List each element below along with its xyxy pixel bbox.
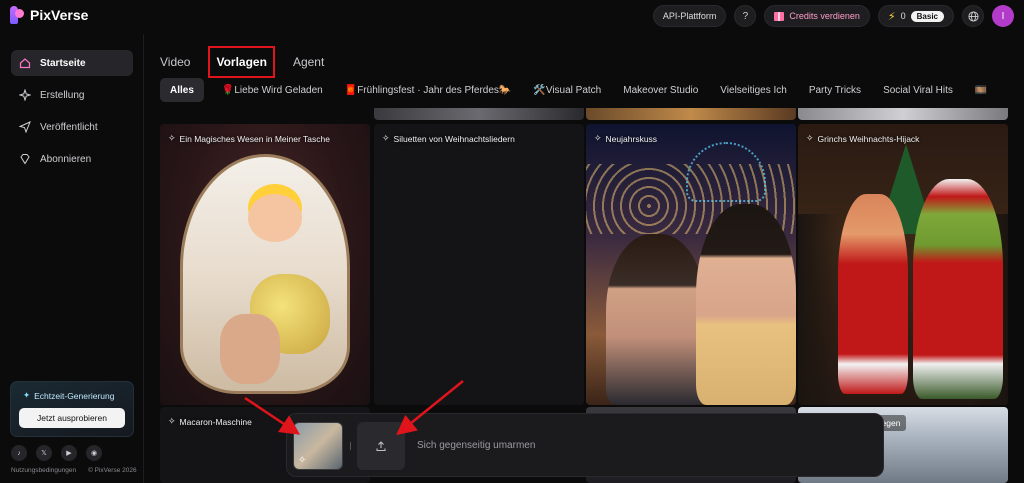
card-image-detail [220, 314, 280, 384]
card-title: ✧ Grinchs Weihnachts-Hijack [806, 133, 919, 144]
sparkle-icon [19, 89, 31, 101]
chip-social-viral-hits[interactable]: Social Viral Hits [879, 78, 957, 102]
card-image-detail [686, 142, 766, 202]
card-title-text: Ein Magisches Wesen in Meiner Tasche [179, 133, 330, 144]
partial-card-strip [586, 108, 796, 120]
card-title-text: Neujahrskuss [605, 133, 658, 144]
sidebar-item-label: Veröffentlicht [40, 121, 98, 133]
top-bar: PixVerse API-Plattform ? Credits verdien… [0, 0, 1024, 34]
chip-liebe-wird-geladen[interactable]: 🌹Liebe Wird Geladen [218, 78, 327, 102]
template-card-magisches-wesen[interactable]: ✧ Ein Magisches Wesen in Meiner Tasche [160, 124, 370, 405]
credits-count: 0 [900, 11, 906, 21]
chip-fruehlingsfest[interactable]: 🧧Frühlingsfest · Jahr des Pferdes🐎 [341, 78, 516, 102]
card-title: ✧ Neujahrskuss [594, 133, 657, 144]
partial-card-strip [374, 108, 584, 120]
try-now-button[interactable]: Jetzt ausprobieren [19, 408, 125, 428]
chip-alles[interactable]: Alles [160, 78, 204, 102]
chip-more[interactable]: 🎞️ [971, 78, 991, 102]
globe-icon [967, 10, 979, 22]
sparkle-icon: ✧ [382, 133, 390, 143]
earn-credits-button[interactable]: Credits verdienen [764, 5, 870, 27]
home-icon [19, 57, 31, 69]
tiktok-icon[interactable]: ♪ [11, 445, 27, 461]
plan-badge: Basic [910, 10, 944, 22]
api-platform-button[interactable]: API-Plattform [652, 5, 727, 27]
app-name: PixVerse [30, 7, 89, 23]
question-icon: ? [742, 10, 749, 22]
send-icon [19, 121, 31, 133]
youtube-icon[interactable]: ▶ [61, 445, 77, 461]
sidebar-item-erstellung[interactable]: Erstellung [11, 82, 133, 108]
card-image-detail [913, 179, 1003, 399]
realtime-promo-card: ✦ Echtzeit-Generierung Jetzt ausprobiere… [10, 381, 134, 437]
sidebar-item-startseite[interactable]: Startseite [11, 50, 133, 76]
promo-title: ✦ Echtzeit-Generierung [23, 390, 114, 401]
discord-icon[interactable]: ◉ [86, 445, 102, 461]
logo[interactable]: PixVerse [10, 6, 88, 24]
divider [350, 442, 351, 450]
x-icon[interactable]: 𝕏 [36, 445, 52, 461]
pixverse-logo-icon [10, 6, 24, 24]
social-links: ♪ 𝕏 ▶ ◉ [11, 445, 102, 461]
sidebar-item-label: Startseite [40, 57, 86, 69]
language-button[interactable] [962, 5, 984, 27]
sparkle-icon: ✧ [168, 416, 176, 426]
card-image-detail [838, 194, 908, 394]
sidebar-item-veroeffentlicht[interactable]: Veröffentlicht [11, 114, 133, 140]
card-image-detail [606, 234, 706, 405]
avatar-letter: I [1001, 10, 1005, 22]
main-tabs: Video Vorlagen Agent [160, 46, 324, 78]
sparkle-icon: ✦ [23, 390, 31, 400]
earn-credits-label: Credits verdienen [789, 11, 860, 21]
footer-links: Nutzungsbedingungen © PixVerse 2026 [11, 467, 137, 474]
tab-agent[interactable]: Agent [293, 51, 324, 73]
gift-icon [774, 11, 785, 21]
sparkle-icon: ✧ [806, 133, 814, 143]
card-image-detail [696, 204, 796, 405]
sidebar-item-label: Abonnieren [40, 153, 92, 165]
user-avatar[interactable]: I [992, 5, 1014, 27]
diamond-icon [19, 153, 31, 165]
sparkle-icon: ✧ [298, 455, 307, 466]
help-button[interactable]: ? [734, 5, 757, 27]
partial-card-strip [798, 108, 1008, 120]
card-image-detail [248, 194, 302, 242]
card-title-text: Siluetten von Weihnachtsliedern [393, 133, 515, 144]
sidebar-item-abonnieren[interactable]: Abonnieren [11, 146, 133, 172]
prompt-input[interactable]: Sich gegenseitig umarmen [417, 440, 535, 451]
card-title: ✧ Ein Magisches Wesen in Meiner Tasche [168, 133, 330, 144]
template-card-grinch[interactable]: ✧ Grinchs Weihnachts-Hijack [798, 124, 1008, 405]
template-card-siluetten[interactable]: ✧ Siluetten von Weihnachtsliedern [374, 124, 584, 405]
chip-makeover-studio[interactable]: Makeover Studio [619, 78, 702, 102]
sparkle-icon: ✧ [594, 133, 602, 143]
prompt-bar: ✧ Sich gegenseitig umarmen [286, 413, 884, 477]
card-title: ✧ Macaron-Maschine [168, 416, 252, 427]
card-title-text: Grinchs Weihnachts-Hijack [817, 133, 920, 144]
promo-title-text: Echtzeit-Generierung [34, 390, 115, 401]
chip-vielseitiges-ich[interactable]: Vielseitiges Ich [716, 78, 791, 102]
upload-button[interactable] [357, 422, 405, 470]
card-title-text: Macaron-Maschine [179, 416, 252, 427]
sparkle-icon: ✧ [168, 133, 176, 143]
card-title: ✧ Siluetten von Weihnachtsliedern [382, 133, 515, 144]
api-platform-label: API-Plattform [662, 11, 717, 21]
upload-icon [376, 441, 386, 452]
tab-video[interactable]: Video [160, 51, 190, 73]
top-right-controls: API-Plattform ? Credits verdienen ⚡ 0 Ba… [652, 5, 1014, 27]
sidebar-item-label: Erstellung [40, 89, 85, 101]
terms-link[interactable]: Nutzungsbedingungen [11, 467, 76, 474]
chip-visual-patch[interactable]: 🛠️Visual Patch [529, 78, 605, 102]
chip-party-tricks[interactable]: Party Tricks [805, 78, 865, 102]
tab-vorlagen[interactable]: Vorlagen [208, 46, 275, 78]
template-card-neujahrskuss[interactable]: ✧ Neujahrskuss [586, 124, 796, 405]
copyright-text: © PixVerse 2026 [88, 467, 137, 474]
category-chips: Alles 🌹Liebe Wird Geladen 🧧Frühlingsfest… [160, 78, 1024, 102]
sidebar: Startseite Erstellung Veröffentlicht Abo… [0, 34, 144, 483]
lightning-icon: ⚡ [887, 10, 896, 23]
credits-balance[interactable]: ⚡ 0 Basic [877, 5, 954, 27]
selected-template-thumbnail[interactable]: ✧ [293, 422, 343, 470]
